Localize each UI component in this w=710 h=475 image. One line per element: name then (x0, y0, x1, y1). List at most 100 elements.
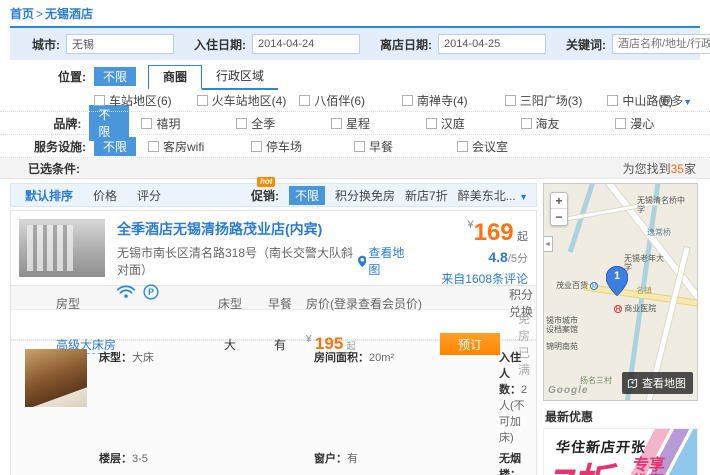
sort-score[interactable]: 评分 (137, 187, 161, 204)
sort-default[interactable]: 默认排序 (25, 187, 73, 204)
promo-option-points[interactable]: 积分换免房 (335, 187, 395, 204)
checkbox-icon[interactable] (148, 141, 159, 152)
location-option[interactable]: 南禅寺(4) (402, 92, 505, 109)
checkbox-icon[interactable] (236, 118, 247, 129)
tab-district[interactable]: 行政区域 (202, 65, 278, 88)
location-option[interactable]: 车站地区(6) (94, 92, 197, 109)
brand-option[interactable]: 禧玥 (141, 115, 236, 132)
map-label-village: 扬名三村 (580, 376, 612, 385)
location-filter-row: 位置: 不限 商圈 行政区域 (0, 60, 710, 90)
view-map-link[interactable]: 查看地图 (358, 244, 410, 278)
facility-option-label: 早餐 (369, 138, 393, 155)
reviews-link[interactable]: 来自1608条评论 (410, 270, 528, 287)
location-label: 位置: (28, 68, 86, 85)
hotel-name-link[interactable]: 全季酒店无锡清扬路茂业店(内宾) (117, 219, 410, 239)
header-bed-type: 床型 (206, 295, 254, 312)
checkbox-icon[interactable] (251, 141, 262, 152)
checkbox-icon[interactable] (426, 118, 437, 129)
promo-any-button[interactable]: 不限 (289, 186, 325, 205)
hotel-card[interactable]: 全季酒店无锡清扬路茂业店(内宾) 无锡市南长区清名路318号（南长交警大队斜对面… (10, 210, 537, 286)
map-pin-number: 1 (606, 270, 628, 282)
promo-dropdown[interactable]: 醉美东北... ▼ (458, 187, 528, 204)
result-count-suffix: 家 (684, 162, 696, 176)
checkin-input[interactable] (252, 34, 360, 54)
hotel-score: 4.8/5分 (410, 249, 528, 266)
promo-dropdown-label: 醉美东北... (458, 189, 516, 203)
promo-filter: hot促销: 不限 积分换免房 新店7折 醉美东北... ▼ (251, 186, 528, 205)
checkbox-icon[interactable] (94, 95, 105, 106)
breadcrumb-home[interactable]: 首页 (10, 7, 34, 21)
location-option-label: 火车站地区(4) (212, 92, 287, 109)
city-input[interactable] (66, 34, 174, 54)
promo-ad-banner[interactable]: 华住新店开张 7折 专享 优惠 (543, 428, 698, 475)
map-panel[interactable]: 无锡清名桥中学 逸常桥 无锡老年大学 茂业百货 M 名镇 H 商业医院 锡市城市… (543, 183, 698, 401)
checkbox-icon[interactable] (521, 118, 532, 129)
location-option[interactable]: 八佰伴(6) (299, 92, 402, 109)
score-value: 4.8 (488, 249, 507, 265)
view-map-button[interactable]: 查看地图 (622, 372, 693, 394)
hotel-info: 全季酒店无锡清扬路茂业店(内宾) 无锡市南长区清名路318号（南长交警大队斜对面… (117, 219, 410, 277)
checkbox-icon[interactable] (299, 95, 310, 106)
detail-window-value: 有 (347, 453, 358, 465)
hotel-photo[interactable] (19, 219, 105, 277)
detail-bed-label: 床型： (99, 352, 132, 364)
checkbox-icon[interactable] (197, 95, 208, 106)
tab-business-zone[interactable]: 商圈 (148, 65, 202, 90)
map-label-hospital: H 商业医院 (614, 304, 656, 313)
map-label-estate: 锦明南苑 (546, 342, 578, 351)
map-collapse-handle[interactable]: ◄ (544, 236, 553, 252)
facility-option-label: 会议室 (472, 138, 508, 155)
promo-label-text: 促销: (251, 189, 279, 203)
map-label-text: 无锡清名桥中学 (637, 196, 689, 214)
location-option-label: 八佰伴(6) (314, 92, 365, 109)
zoom-in-button[interactable]: + (551, 193, 567, 209)
checkbox-icon[interactable] (615, 118, 626, 129)
hotel-price-column: ¥169 起 4.8/5分 来自1608条评论 (410, 219, 528, 277)
checkbox-icon[interactable] (331, 118, 342, 129)
result-count-number: 35 (671, 162, 684, 176)
room-table: 房型 床型 早餐 房价(登录查看会员价) 积分兑换 高级大床房 大 有 ¥ 19… (10, 286, 537, 475)
zoom-out-button[interactable]: − (551, 209, 567, 225)
hotel-map-pin[interactable]: 1 (606, 266, 628, 296)
selected-conditions-bar: 已选条件: 为您找到35家 (0, 159, 710, 179)
checkbox-icon[interactable] (354, 141, 365, 152)
detail-floor-value: 3-5 (132, 453, 148, 465)
facility-option[interactable]: 客房wifi (148, 138, 251, 155)
more-link[interactable]: 更多▼ (659, 92, 692, 109)
map-label-road: 名镇 (636, 286, 652, 295)
facility-option[interactable]: 早餐 (354, 138, 457, 155)
detail-floor-label: 楼层： (99, 453, 132, 465)
facility-option[interactable]: 会议室 (457, 138, 560, 155)
facility-option[interactable]: 停车场 (251, 138, 354, 155)
brand-option[interactable]: 星程 (331, 115, 426, 132)
checkbox-icon[interactable] (607, 95, 618, 106)
checkbox-icon[interactable] (141, 118, 152, 129)
more-label: 更多 (659, 94, 683, 108)
map-label-archive: 锡市城市设档案馆 (546, 316, 578, 334)
map-zoom-control[interactable]: + − (550, 192, 568, 226)
brand-option[interactable]: 漫心 (615, 115, 710, 132)
facility-option-label: 客房wifi (163, 138, 204, 155)
brand-option[interactable]: 全季 (236, 115, 331, 132)
ad-tagline: 专享 优惠 (630, 457, 666, 475)
location-option[interactable]: 三阳广场(3) (505, 92, 608, 109)
promo-section-title: 最新优惠 (545, 408, 700, 425)
checkout-input[interactable] (438, 34, 546, 54)
brand-option-label: 海友 (536, 115, 560, 132)
checkbox-icon[interactable] (457, 141, 468, 152)
facility-filter-row: 服务设施: 不限 客房wifi 停车场 早餐 会议室 (0, 135, 710, 158)
facility-any-button[interactable]: 不限 (94, 137, 136, 156)
brand-option[interactable]: 海友 (521, 115, 616, 132)
keyword-input[interactable] (612, 34, 710, 54)
location-option[interactable]: 火车站地区(4) (197, 92, 300, 109)
location-any-button[interactable]: 不限 (94, 67, 136, 86)
breadcrumb: 首页>无锡酒店 (0, 0, 710, 26)
checkbox-icon[interactable] (505, 95, 516, 106)
promo-option-newstore[interactable]: 新店7折 (405, 187, 448, 204)
checkbox-icon[interactable] (402, 95, 413, 106)
sort-price[interactable]: 价格 (93, 187, 117, 204)
location-option-label: 南禅寺(4) (417, 92, 468, 109)
location-option-label: 三阳广场(3) (520, 92, 583, 109)
brand-option[interactable]: 汉庭 (426, 115, 521, 132)
room-photo[interactable] (25, 349, 87, 407)
